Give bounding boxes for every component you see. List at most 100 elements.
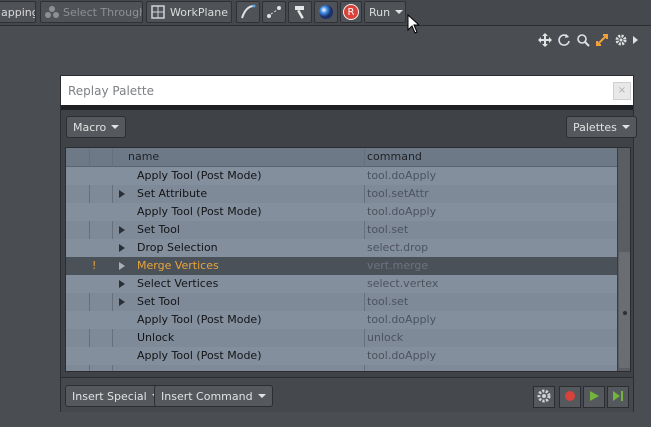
- table-row[interactable]: Set Tool tool.set: [66, 221, 617, 239]
- render-button[interactable]: [314, 1, 338, 23]
- table-row[interactable]: Select Vertices select.vertex: [66, 275, 617, 293]
- row-name: Drop Selection: [137, 241, 218, 254]
- settings-button[interactable]: [533, 386, 555, 408]
- chevron-down-icon: [395, 10, 404, 14]
- hammer-icon: [292, 4, 308, 20]
- expand-arrow-icon[interactable]: [119, 190, 125, 198]
- expand-arrow-icon[interactable]: [119, 298, 125, 306]
- viewport-tools: [537, 32, 640, 48]
- row-name: Set Tool: [137, 295, 180, 308]
- palette-title-bar[interactable]: Replay Palette ×: [61, 76, 633, 105]
- expand-arrow-icon[interactable]: [119, 244, 125, 252]
- table-row[interactable]: Apply Tool (Post Mode) tool.doApply: [66, 203, 617, 221]
- workplane-icon: [150, 4, 166, 20]
- table-row[interactable]: Set Tool tool.set: [66, 293, 617, 311]
- chevron-down-icon: [621, 125, 630, 129]
- workplane-button[interactable]: WorkPlane: [146, 1, 232, 23]
- table-row[interactable]: Unlock unlock: [66, 329, 617, 347]
- select-through-icon: [44, 4, 60, 20]
- row-name: Apply Tool (Post Mode): [137, 169, 262, 182]
- table-row[interactable]: Apply Tool (Post Mode) tool.doApply: [66, 347, 617, 365]
- mouse-cursor-icon: [407, 14, 419, 34]
- run-dropdown[interactable]: Run: [364, 1, 406, 23]
- zoom-view-icon[interactable]: [575, 32, 591, 48]
- row-command: unlock: [367, 331, 404, 344]
- hammer-button[interactable]: [288, 1, 312, 23]
- move-view-icon[interactable]: [537, 32, 553, 48]
- play-button[interactable]: [583, 386, 605, 408]
- palette-title: Replay Palette: [68, 84, 154, 98]
- row-command: select.vertex: [367, 277, 439, 290]
- select-through-button[interactable]: Select Through: [40, 1, 143, 23]
- row-command: select.drop: [367, 241, 429, 254]
- record-macro-button[interactable]: R: [340, 1, 362, 23]
- snap-button[interactable]: [262, 1, 286, 23]
- column-header-name[interactable]: name: [128, 150, 159, 163]
- table-row[interactable]: Apply Tool (Post Mode) tool.doApply: [66, 167, 617, 185]
- title-divider: [61, 105, 633, 110]
- gear-icon: [536, 388, 552, 407]
- table-row[interactable]: Drop Selection select.drop: [66, 239, 617, 257]
- macro-table: name command Apply Tool (Post Mode) tool.…: [65, 147, 631, 372]
- rotate-view-icon[interactable]: [556, 32, 572, 48]
- row-name: Select Vertices: [137, 277, 219, 290]
- chevron-down-icon: [257, 394, 266, 398]
- insert-special-label: Insert Special: [72, 389, 147, 403]
- expand-arrow-icon[interactable]: [119, 280, 125, 288]
- scrollbar-thumb[interactable]: [619, 252, 630, 368]
- table-row[interactable]: ! Merge Vertices vert.merge: [66, 257, 617, 275]
- tool-pipe-icon: [240, 4, 256, 20]
- step-button[interactable]: [607, 386, 629, 408]
- top-toolbar: apping Select Through WorkPlane R Run: [0, 0, 651, 26]
- workplane-label: WorkPlane: [170, 5, 229, 19]
- column-header-command[interactable]: command: [367, 150, 422, 163]
- insert-special-dropdown[interactable]: Insert Special: [65, 385, 167, 407]
- row-name: Apply Tool (Post Mode): [137, 349, 262, 362]
- row-name: Set Attribute: [137, 187, 208, 200]
- macro-label: Macro: [73, 120, 107, 134]
- record-icon: [564, 390, 576, 405]
- r-badge: R: [343, 4, 359, 20]
- row-command: tool.set: [367, 295, 409, 308]
- palettes-label: Palettes: [573, 120, 617, 134]
- snapping-button[interactable]: apping: [0, 1, 36, 23]
- insert-command-dropdown[interactable]: Insert Command: [154, 385, 273, 407]
- render-sphere-icon: [318, 4, 334, 20]
- expand-arrow-icon[interactable]: [119, 262, 125, 270]
- run-label: Run: [369, 5, 391, 19]
- row-name: Unlock: [137, 331, 175, 344]
- row-command: tool.setAttr: [367, 187, 429, 200]
- play-icon: [588, 390, 600, 405]
- row-name: Apply Tool (Post Mode): [137, 313, 262, 326]
- row-command: vert.merge: [367, 259, 429, 272]
- macro-dropdown[interactable]: Macro: [66, 116, 127, 138]
- expand-arrow-icon[interactable]: [119, 226, 125, 234]
- snap-icon: [266, 4, 282, 20]
- table-row[interactable]: Apply Tool (Post Mode) tool.doApply: [66, 311, 617, 329]
- table-row[interactable]: Set Attribute tool.setAttr: [66, 185, 617, 203]
- record-button[interactable]: [559, 386, 581, 408]
- tool-pipe-button[interactable]: [236, 1, 260, 23]
- step-icon: [612, 390, 624, 405]
- vertical-scrollbar[interactable]: [617, 148, 630, 371]
- palette-bottom-bar: Insert Special Insert Command: [61, 377, 633, 412]
- row-command: tool.doApply: [367, 313, 437, 326]
- close-icon[interactable]: ×: [613, 82, 631, 100]
- row-command: tool.set: [367, 223, 409, 236]
- row-name: Set Tool: [137, 223, 180, 236]
- snapping-label: apping: [1, 5, 36, 19]
- fit-view-icon[interactable]: [594, 32, 610, 48]
- chevron-down-icon: [111, 125, 120, 129]
- gear-icon[interactable]: [613, 32, 629, 48]
- palettes-dropdown[interactable]: Palettes: [566, 116, 637, 138]
- row-command: tool.doApply: [367, 349, 437, 362]
- replay-palette: Replay Palette × Macro Palettes name com…: [60, 75, 637, 412]
- row-command: tool.doApply: [367, 205, 437, 218]
- scroll-grip-icon: [623, 311, 627, 315]
- table-header: name command: [66, 148, 617, 167]
- row-name: Apply Tool (Post Mode): [137, 205, 262, 218]
- row-name: Merge Vertices: [137, 259, 219, 272]
- insert-command-label: Insert Command: [161, 389, 253, 403]
- warning-mark: !: [92, 259, 97, 272]
- expand-arrow-icon[interactable]: [632, 32, 640, 48]
